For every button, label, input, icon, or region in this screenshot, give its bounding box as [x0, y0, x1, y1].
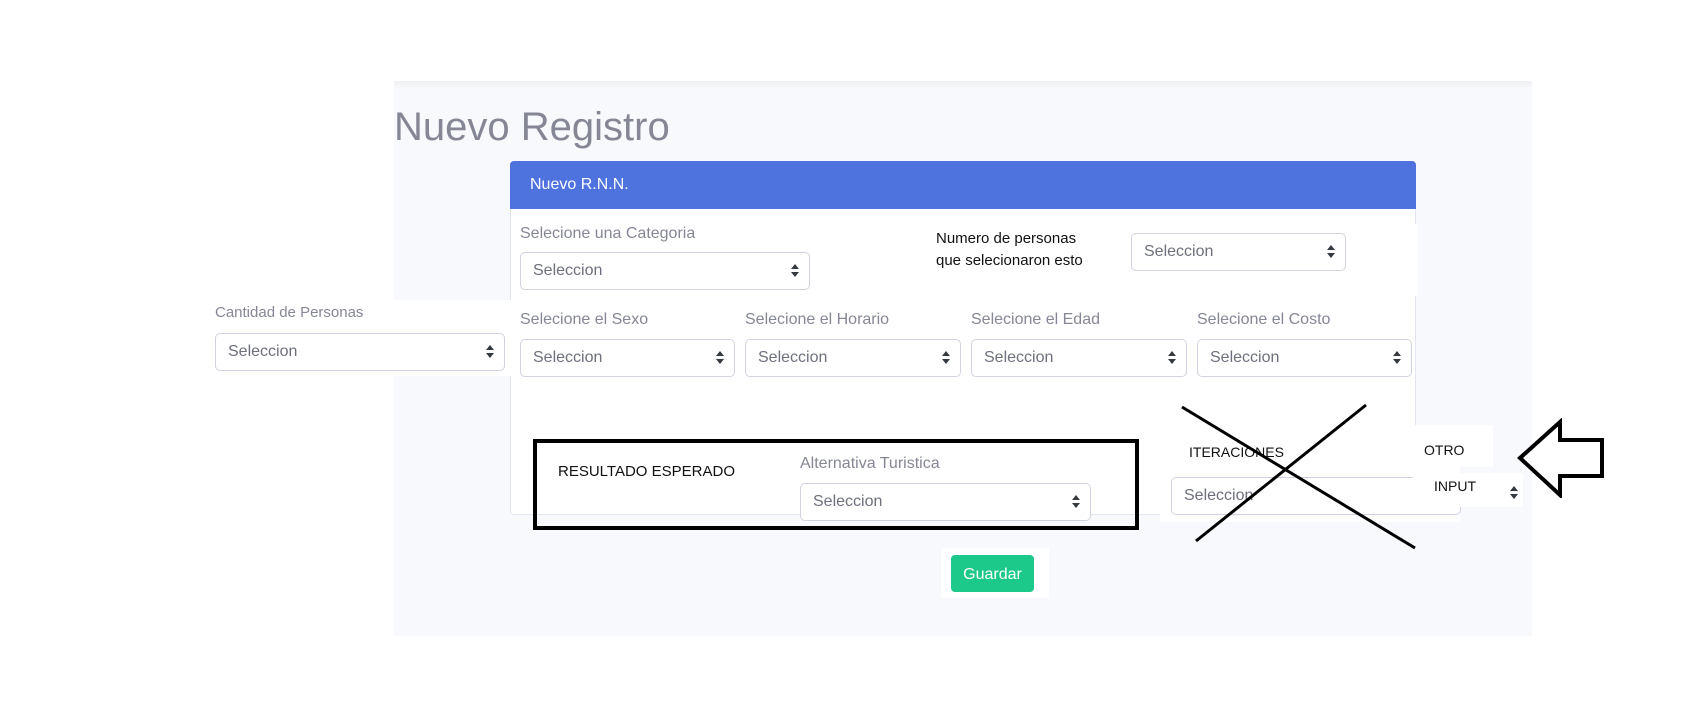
cross-out-icon — [1181, 403, 1416, 550]
cantidad-personas-select[interactable]: Seleccion — [215, 333, 505, 371]
edad-select[interactable]: Seleccion — [971, 339, 1187, 377]
costo-select[interactable]: Seleccion — [1197, 339, 1412, 377]
select-caret-icon — [1072, 495, 1080, 509]
numero-personas-label-1: Numero de personas — [936, 230, 1077, 247]
numero-personas-label-2: que selecionaron esto — [936, 252, 1083, 269]
categoria-select[interactable]: Seleccion — [520, 252, 810, 290]
select-caret-icon — [791, 264, 799, 278]
cantidad-personas-label: Cantidad de Personas — [215, 304, 364, 321]
categoria-label: Selecione una Categoria — [520, 225, 696, 242]
alternativa-label: Alternativa Turistica — [800, 455, 940, 472]
numero-personas-select-value: Seleccion — [1144, 243, 1214, 260]
save-button[interactable]: Guardar — [951, 555, 1034, 592]
alternativa-select[interactable]: Seleccion — [800, 483, 1091, 521]
select-caret-icon — [486, 345, 494, 359]
sexo-label: Selecione el Sexo — [520, 311, 649, 328]
cantidad-personas-select-value: Seleccion — [228, 343, 298, 360]
edad-label: Selecione el Edad — [971, 311, 1100, 328]
costo-label: Selecione el Costo — [1197, 311, 1331, 328]
alternativa-select-value: Seleccion — [813, 493, 883, 510]
sexo-select[interactable]: Seleccion — [520, 339, 735, 377]
sexo-select-value: Seleccion — [533, 349, 603, 366]
select-caret-icon — [1327, 245, 1335, 259]
edad-select-value: Seleccion — [984, 349, 1054, 366]
horario-select[interactable]: Seleccion — [745, 339, 961, 377]
input-label: INPUT — [1434, 478, 1476, 494]
horario-select-value: Seleccion — [758, 349, 828, 366]
resultado-esperado-label: RESULTADO ESPERADO — [558, 463, 735, 480]
costo-select-value: Seleccion — [1210, 349, 1280, 366]
select-caret-icon — [942, 351, 950, 365]
select-caret-icon — [716, 351, 724, 365]
categoria-select-value: Seleccion — [533, 262, 603, 279]
arrow-left-icon — [1517, 418, 1604, 498]
select-caret-icon — [1393, 351, 1401, 365]
card-header: Nuevo R.N.N. — [510, 161, 1416, 209]
select-caret-icon — [1168, 351, 1176, 365]
page-title: Nuevo Registro — [394, 105, 670, 149]
horario-label: Selecione el Horario — [745, 311, 890, 328]
otro-label: OTRO — [1424, 442, 1465, 458]
numero-personas-select[interactable]: Seleccion — [1131, 233, 1346, 271]
